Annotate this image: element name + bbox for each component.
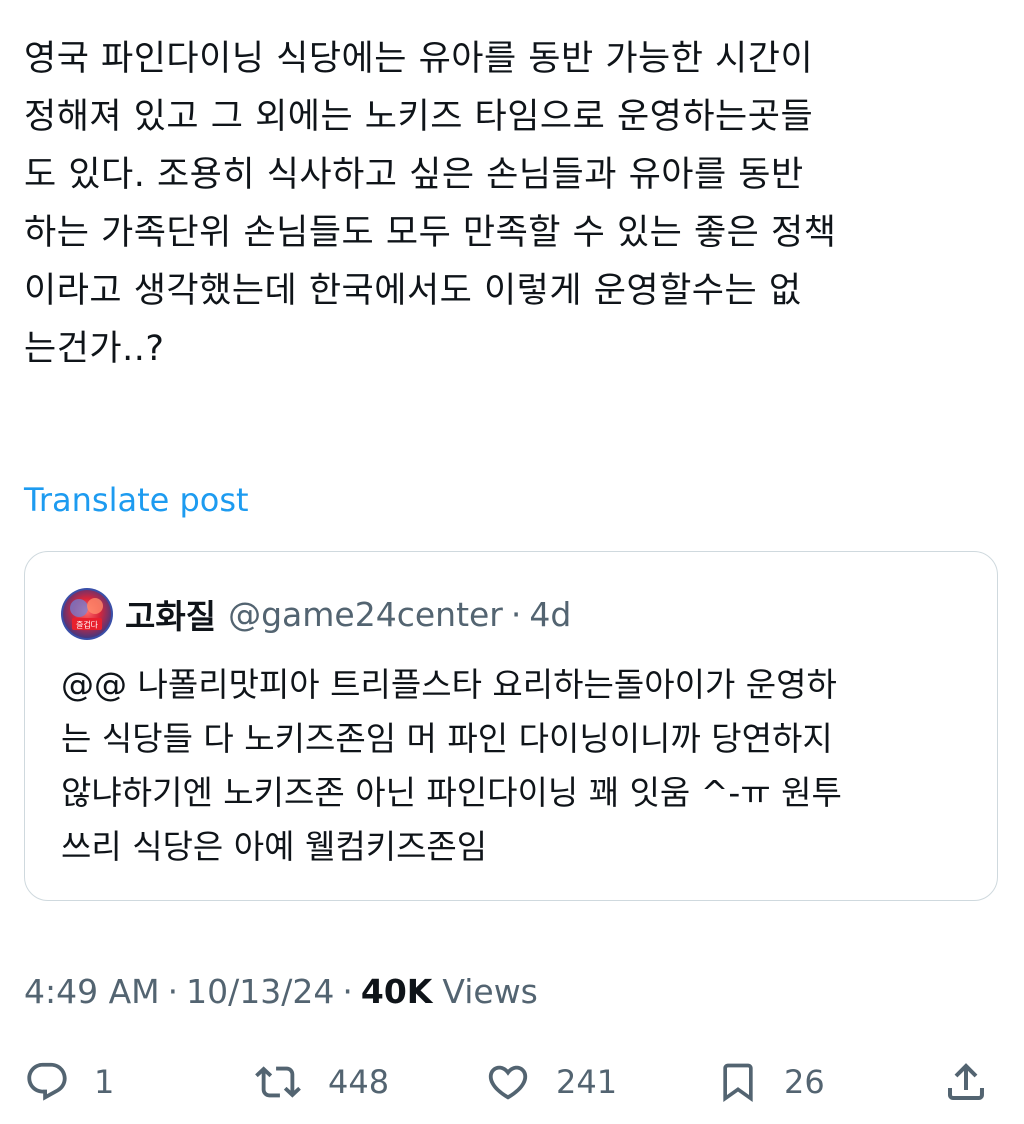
avatar-image: 즐겁다 (61, 588, 113, 640)
quoted-author-handle[interactable]: @game24center (228, 595, 503, 634)
separator-dot: · (510, 594, 522, 634)
tweet-text-line: 하는 가족단위 손님들도 모두 만족할 수 있는 좋은 정책 (24, 213, 837, 253)
quoted-tweet-header: 즐겁다 고화질 @game24center · 4d (61, 588, 571, 640)
like-button[interactable]: 241 (484, 1052, 617, 1112)
quoted-text-line: 않냐하기엔 노키즈존 아닌 파인다이닝 꽤 잇움 ^-ㅠ 원투 (61, 773, 842, 812)
quoted-text-line: 쓰리 식당은 아예 웰컴키즈존임 (61, 827, 488, 866)
quoted-timestamp[interactable]: 4d (529, 595, 571, 634)
quoted-text-line: 는 식당들 다 노키즈존임 머 파인 다이닝이니까 당연하지 (61, 719, 833, 758)
views-label: Views (442, 971, 538, 1011)
repost-count: 448 (328, 1063, 390, 1101)
repost-button[interactable]: 448 (252, 1052, 389, 1112)
like-count: 241 (556, 1063, 618, 1101)
quoted-tweet-text: @@ 나폴리맛피아 트리플스타 요리하는돌아이가 운영하 는 식당들 다 노키즈… (61, 658, 991, 874)
share-icon (948, 1063, 984, 1100)
tweet-text-line: 정해져 있고 그 외에는 노키즈 타임으로 운영하는곳들 (24, 97, 814, 137)
avatar[interactable]: 즐겁다 (61, 588, 113, 640)
reply-button[interactable]: 1 (24, 1052, 114, 1112)
repost-icon (255, 1066, 301, 1098)
views-count[interactable]: 40K (361, 972, 433, 1011)
bookmark-button[interactable]: 26 (716, 1052, 825, 1112)
tweet-text-line: 이라고 생각했는데 한국에서도 이렇게 운영할수는 없 (24, 271, 802, 311)
quoted-tweet-card[interactable]: 즐겁다 고화질 @game24center · 4d @@ 나폴리맛피아 트리플… (24, 551, 998, 901)
quoted-text-line: @@ 나폴리맛피아 트리플스타 요리하는돌아이가 운영하 (61, 665, 837, 704)
reply-icon (27, 1062, 67, 1101)
separator-dot: · (342, 971, 353, 1011)
action-bar: 1 448 241 26 (0, 1052, 1024, 1112)
tweet-text-line: 영국 파인다이닝 식당에는 유아를 동반 가능한 시간이 (24, 39, 814, 79)
post-date[interactable]: 10/13/24 (186, 972, 334, 1011)
heart-icon (488, 1065, 528, 1100)
reply-count: 1 (94, 1063, 115, 1101)
share-button[interactable] (942, 1052, 990, 1112)
tweet-metadata: 4:49 AM · 10/13/24 · 40K Views (24, 966, 538, 1016)
tweet-text-line: 는건가..? (24, 329, 165, 369)
separator-dot: · (167, 971, 179, 1011)
quoted-author-name[interactable]: 고화질 (125, 590, 216, 638)
bookmark-count: 26 (784, 1063, 825, 1101)
bookmark-icon (723, 1063, 753, 1103)
tweet-text: 영국 파인다이닝 식당에는 유아를 동반 가능한 시간이 정해져 있고 그 외에… (24, 30, 1004, 378)
translate-post-link[interactable]: Translate post (24, 478, 249, 522)
tweet-text-line: 도 있다. 조용히 식사하고 싶은 손님들과 유아를 동반 (24, 155, 804, 195)
post-time[interactable]: 4:49 AM (24, 972, 160, 1011)
avatar-badge-text: 즐겁다 (76, 620, 99, 630)
